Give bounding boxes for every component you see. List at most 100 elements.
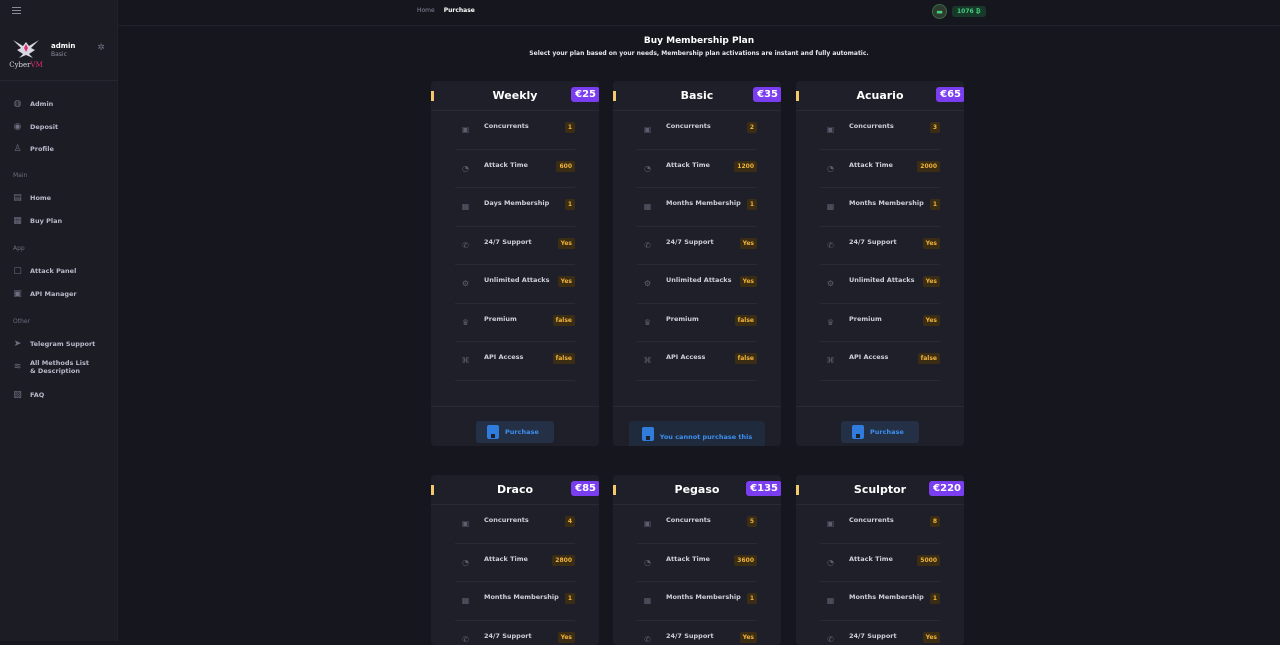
purchase-button[interactable]: Purchase xyxy=(476,421,554,443)
feature-label: Months Membership xyxy=(484,593,559,601)
feature-icon: ♛ xyxy=(643,318,652,327)
wallet[interactable]: ▬ 1076 ₿ xyxy=(932,4,986,19)
plan-feature-row: ▣Concurrents2 xyxy=(637,111,757,150)
feature-icon: ▦ xyxy=(461,596,470,605)
plan-header: Acuario€65 xyxy=(796,81,964,111)
plan-feature-row: ▦Months Membership1 xyxy=(637,188,757,227)
feature-icon: ✆ xyxy=(461,241,470,250)
feature-icon: ✆ xyxy=(826,241,835,250)
purchase-button[interactable]: Purchase xyxy=(841,421,919,443)
feature-label: Attack Time xyxy=(484,555,528,563)
plan-feature-row: ▣Concurrents1 xyxy=(455,111,575,150)
feature-label: Months Membership xyxy=(849,199,924,207)
feature-label: Unlimited Attacks xyxy=(666,276,731,284)
plan-card-draco: Draco€85▣Concurrents4◔Attack Time2800▦Mo… xyxy=(431,475,599,645)
feature-label: Attack Time xyxy=(849,555,893,563)
sidebar-item-faq[interactable]: ▧FAQ xyxy=(13,389,44,401)
feature-icon: ▣ xyxy=(461,125,470,134)
feature-value: false xyxy=(735,315,757,326)
plan-feature-row: ▦ Months Membership 1 xyxy=(455,582,575,621)
feature-label: 24/7 Support xyxy=(666,632,714,640)
feature-label: 24/7 Support xyxy=(849,632,897,640)
sidebar-section-title: Main xyxy=(13,172,27,179)
wallet-icon: ▬ xyxy=(932,4,947,19)
feature-label: Premium xyxy=(484,315,517,323)
sidebar-item-deposit[interactable]: ◉Deposit xyxy=(13,121,58,133)
plan-footer: Purchase xyxy=(431,406,599,443)
feature-value: 5 xyxy=(747,516,757,527)
plan-price: €65 xyxy=(936,87,964,102)
sidebar-item-telegram-support[interactable]: ➤Telegram Support xyxy=(13,338,95,350)
plan-feature-row: ▣Concurrents3 xyxy=(820,111,940,150)
plan-feature-row: ♛PremiumYes xyxy=(820,304,940,343)
feature-value: 1 xyxy=(565,593,575,604)
feature-value: 3600 xyxy=(734,555,757,566)
feature-label: Attack Time xyxy=(849,161,893,169)
plan-feature-row: ▦Months Membership1 xyxy=(820,188,940,227)
feature-value: false xyxy=(918,353,940,364)
breadcrumb-home[interactable]: Home xyxy=(417,7,435,14)
cannot-purchase-text: You cannot purchase this plan, upgrade t… xyxy=(641,433,753,447)
user-icon: ♙ xyxy=(13,145,22,154)
sidebar-item-admin[interactable]: ◍Admin xyxy=(13,98,53,110)
plan-price: €85 xyxy=(571,481,599,496)
page-subtitle: Select your plan based on your needs, Me… xyxy=(118,50,1280,57)
sidebar-item-all-methods-list-description[interactable]: ≋All Methods List & Description xyxy=(13,361,96,373)
feature-value: 1200 xyxy=(734,161,757,172)
feature-icon: ▦ xyxy=(461,202,470,211)
purchase-icon xyxy=(487,425,499,439)
page-title: Buy Membership Plan xyxy=(118,36,1280,46)
plan-footer: Purchase xyxy=(796,406,964,443)
settings-gear-icon[interactable]: ✲ xyxy=(96,43,106,53)
feature-icon: ◔ xyxy=(826,558,835,567)
feature-label: Concurrents xyxy=(666,516,711,524)
sidebar-item-api-manager[interactable]: ▣API Manager xyxy=(13,288,77,300)
menu-toggle-icon[interactable] xyxy=(12,7,21,14)
feature-icon: ▣ xyxy=(643,125,652,134)
feature-label: Unlimited Attacks xyxy=(484,276,549,284)
feature-value: 1 xyxy=(747,593,757,604)
sidebar-divider xyxy=(0,80,118,81)
feature-label: Attack Time xyxy=(484,161,528,169)
plan-feature-row: ◔Attack Time1200 xyxy=(637,150,757,189)
telegram-icon: ➤ xyxy=(13,340,22,349)
plan-price: €220 xyxy=(929,481,964,496)
home-icon: ▤ xyxy=(13,194,22,203)
svg-text:CyberVM: CyberVM xyxy=(9,61,43,69)
feature-label: 24/7 Support xyxy=(484,632,532,640)
feature-value: false xyxy=(735,353,757,364)
plan-footer: You cannot purchase this plan, upgrade t… xyxy=(613,406,781,447)
plan-feature-row: ⌘API Accessfalse xyxy=(637,342,757,381)
feature-value: Yes xyxy=(558,238,575,249)
feature-value: 2000 xyxy=(917,161,940,172)
sidebar-item-profile[interactable]: ♙Profile xyxy=(13,143,54,155)
feature-label: Concurrents xyxy=(666,122,711,130)
plan-feature-row: ◔Attack Time3600 xyxy=(637,544,757,583)
feature-value: false xyxy=(553,353,575,364)
user-role: Basic xyxy=(51,51,67,58)
sidebar-item-home[interactable]: ▤ Home xyxy=(13,192,51,204)
sidebar: CyberVM admin Basic ✲ ◍Admin◉Deposit♙Pro… xyxy=(0,0,118,641)
plan-feature-row: ▣Concurrents4 xyxy=(455,505,575,544)
sidebar-item-label: FAQ xyxy=(30,391,44,399)
panel-icon: ▢ xyxy=(13,267,22,276)
sidebar-item-label: Home xyxy=(30,194,51,202)
sidebar-item-label: Buy Plan xyxy=(30,217,62,225)
plan-feature-row: ◔Attack Time2000 xyxy=(820,150,940,189)
plan-feature-row: ▣Concurrents5 xyxy=(637,505,757,544)
plan-header: Draco€85 xyxy=(431,475,599,505)
feature-icon: ▦ xyxy=(643,596,652,605)
feature-value: 1 xyxy=(565,199,575,210)
plan-price: €35 xyxy=(753,87,781,102)
purchase-label: Purchase xyxy=(870,428,904,436)
feature-value: 4 xyxy=(565,516,575,527)
sidebar-item-label: API Manager xyxy=(30,290,77,298)
feature-icon: ♛ xyxy=(826,318,835,327)
feature-label: Concurrents xyxy=(484,516,529,524)
cybervm-logo: CyberVM xyxy=(9,36,43,70)
feature-icon: ⌘ xyxy=(461,356,470,365)
sidebar-item-buy-plan[interactable]: ▦Buy Plan xyxy=(13,215,62,227)
feature-label: Unlimited Attacks xyxy=(849,276,914,284)
lock-icon xyxy=(642,427,654,441)
sidebar-item-attack-panel[interactable]: ▢Attack Panel xyxy=(13,265,76,277)
